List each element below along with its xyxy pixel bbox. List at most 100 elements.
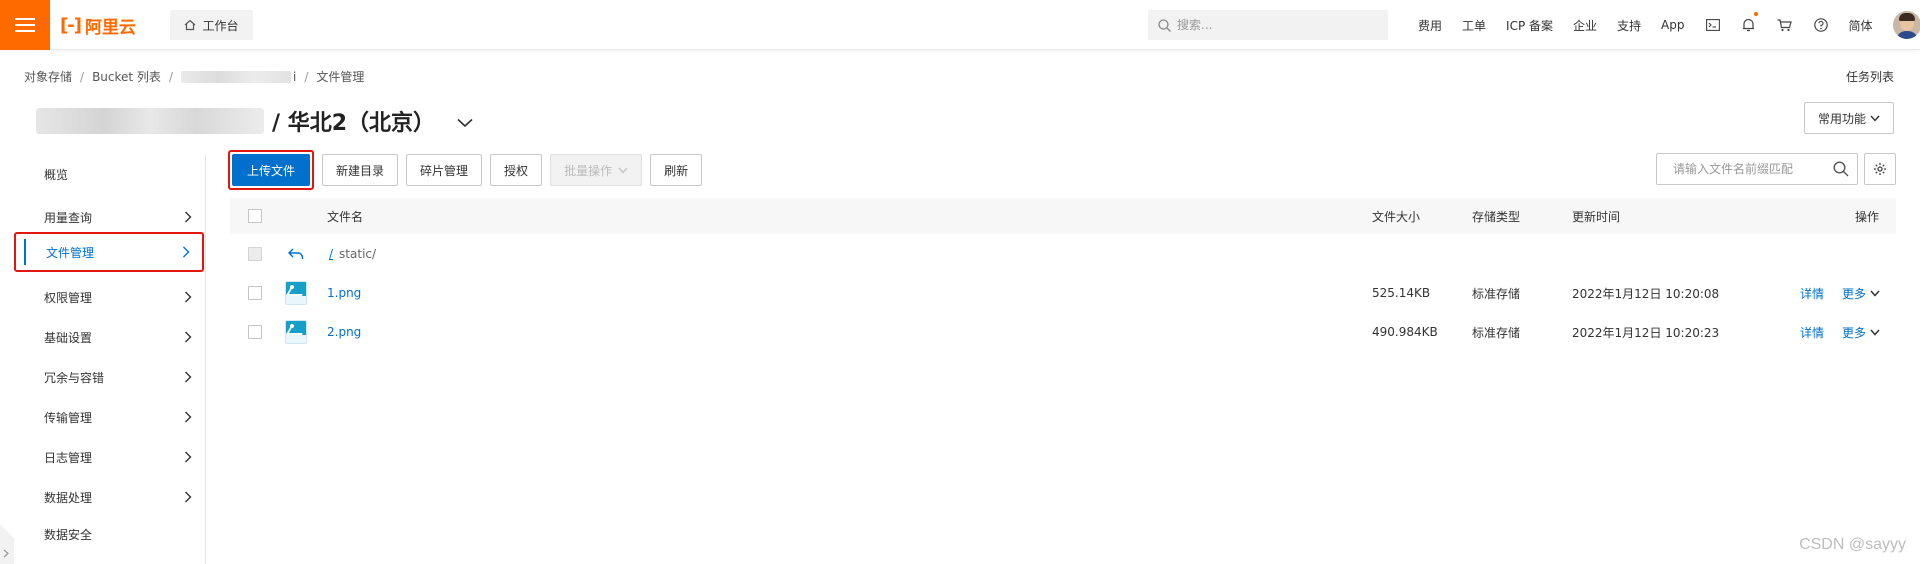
breadcrumb-bucket-suffix[interactable]: i (293, 70, 296, 84)
image-file-icon (285, 320, 307, 344)
sidebar-item-data-processing[interactable]: 数据处理 (14, 477, 204, 517)
watermark: CSDN @sayyy (1799, 536, 1906, 553)
chevron-down-icon (618, 167, 628, 174)
sidebar-item-data-security[interactable]: 数据安全 (14, 514, 204, 554)
batch-operation-dropdown[interactable]: 批量操作 (550, 154, 643, 186)
user-avatar[interactable] (1892, 11, 1920, 39)
page-title: / 华北2（北京） (36, 104, 473, 138)
sidebar-item-overview[interactable]: 概览 (14, 154, 204, 194)
new-directory-button[interactable]: 新建目录 (322, 154, 399, 186)
breadcrumb-bucket-list[interactable]: Bucket 列表 (92, 68, 161, 85)
nav-support[interactable]: 支持 (1607, 0, 1651, 50)
nav-icp[interactable]: ICP 备案 (1496, 0, 1563, 50)
help-icon (1813, 18, 1828, 32)
parent-path-slash[interactable]: / (329, 247, 333, 261)
header-storage-class[interactable]: 存储类型 (1472, 198, 1520, 234)
more-actions-dropdown[interactable]: 更多 (1842, 324, 1880, 341)
row-checkbox[interactable] (248, 325, 262, 339)
breadcrumb-oss[interactable]: 对象存储 (24, 68, 72, 85)
file-size: 525.14KB (1372, 286, 1431, 300)
header-updated-time[interactable]: 更新时间 (1572, 198, 1620, 234)
sidebar-item-logs[interactable]: 日志管理 (14, 437, 204, 477)
file-toolbar: 上传文件 新建目录 碎片管理 授权 批量操作 刷新 (228, 150, 710, 190)
nav-app[interactable]: App (1651, 0, 1694, 50)
breadcrumb-bucket-name-redacted[interactable] (180, 70, 291, 83)
authorize-button[interactable]: 授权 (490, 154, 543, 186)
batch-operation-label: 批量操作 (564, 163, 613, 178)
top-nav-links: 费用 工单 ICP 备案 企业 支持 App 简体 (1408, 0, 1920, 50)
search-icon[interactable] (1833, 161, 1849, 177)
sidebar-item-transfer[interactable]: 传输管理 (14, 397, 204, 437)
chevron-down-icon (1870, 329, 1880, 336)
sidebar-item-label: 传输管理 (44, 410, 93, 425)
task-list-link[interactable]: 任务列表 (1846, 68, 1894, 85)
sidebar-item-redundancy[interactable]: 冗余与容错 (14, 357, 204, 397)
detail-link[interactable]: 详情 (1800, 285, 1824, 302)
sidebar-item-basic-settings[interactable]: 基础设置 (14, 317, 204, 357)
sidebar-item-label: 用量查询 (44, 210, 93, 225)
file-name-link[interactable]: 2.png (327, 325, 361, 339)
upload-file-button[interactable]: 上传文件 (232, 154, 311, 186)
terminal-icon (1705, 19, 1720, 31)
region-title: / 华北2（北京） (272, 111, 436, 136)
notification-dot (1753, 12, 1758, 16)
file-search-input[interactable] (1673, 162, 1833, 176)
chevron-right-icon (185, 211, 192, 223)
more-actions-dropdown[interactable]: 更多 (1842, 285, 1880, 302)
hamburger-menu-icon (15, 18, 35, 32)
fragment-management-button[interactable]: 碎片管理 (406, 154, 483, 186)
logo-text: 阿里云 (84, 17, 136, 38)
nav-billing[interactable]: 费用 (1408, 0, 1452, 50)
common-functions-label: 常用功能 (1817, 111, 1866, 126)
chevron-right-icon (3, 549, 9, 558)
sidebar-item-label: 基础设置 (44, 330, 93, 345)
common-functions-dropdown[interactable]: 常用功能 (1804, 102, 1894, 134)
aliyun-logo[interactable]: [-] 阿里云 (60, 14, 136, 38)
back-arrow-icon[interactable] (288, 248, 304, 260)
global-search-input[interactable] (1177, 18, 1367, 32)
table-row: 1.png 525.14KB 标准存储 2022年1月12日 10:20:08 … (230, 273, 1896, 313)
sidebar-item-label: 冗余与容错 (44, 370, 105, 385)
chevron-down-icon[interactable] (457, 118, 473, 128)
sidebar-item-permissions[interactable]: 权限管理 (14, 277, 204, 317)
table-settings-button[interactable] (1864, 153, 1896, 185)
bucket-name-redacted (36, 108, 264, 134)
detail-link[interactable]: 详情 (1800, 324, 1824, 341)
sidebar-item-file-management[interactable]: 文件管理 (14, 232, 204, 272)
file-name-link[interactable]: 1.png (327, 286, 361, 300)
search-icon (1158, 18, 1171, 32)
cart-icon (1777, 18, 1792, 31)
more-actions-label: 更多 (1842, 325, 1867, 340)
chevron-right-icon (185, 411, 192, 423)
select-all-checkbox[interactable] (248, 209, 262, 223)
chevron-down-icon (1870, 290, 1880, 297)
gear-icon (1874, 163, 1886, 175)
refresh-button[interactable]: 刷新 (650, 154, 703, 186)
table-row-parent-directory[interactable]: / static/ (230, 234, 1896, 274)
terminal-button[interactable] (1695, 0, 1731, 50)
sidebar-item-label: 概览 (44, 167, 69, 182)
file-updated-time: 2022年1月12日 10:20:23 (1572, 325, 1720, 340)
sidebar-item-usage[interactable]: 用量查询 (14, 197, 204, 237)
nav-enterprise[interactable]: 企业 (1563, 0, 1607, 50)
sidebar-item-label: 日志管理 (44, 450, 93, 465)
file-storage-class: 标准存储 (1472, 325, 1521, 340)
sidebar-item-label: 数据处理 (44, 490, 93, 505)
image-file-icon (285, 281, 307, 305)
nav-tickets[interactable]: 工单 (1452, 0, 1496, 50)
workbench-button[interactable]: 工作台 (170, 10, 253, 40)
sidebar-item-label: 权限管理 (44, 290, 93, 305)
cart-button[interactable] (1766, 0, 1803, 50)
row-checkbox[interactable] (248, 286, 262, 300)
header-filename[interactable]: 文件名 (327, 198, 363, 234)
chevron-right-icon (185, 331, 192, 343)
help-button[interactable] (1803, 0, 1839, 50)
notifications-button[interactable] (1731, 0, 1766, 50)
breadcrumb: 对象存储 / Bucket 列表 / i / 文件管理 (24, 68, 365, 85)
hamburger-menu-button[interactable] (0, 0, 50, 50)
sidebar-item-label: 数据安全 (44, 527, 93, 542)
language-switch[interactable]: 简体 (1839, 0, 1883, 50)
chevron-right-icon (185, 451, 192, 463)
breadcrumb-file-management: 文件管理 (316, 70, 365, 84)
header-size[interactable]: 文件大小 (1372, 198, 1420, 234)
